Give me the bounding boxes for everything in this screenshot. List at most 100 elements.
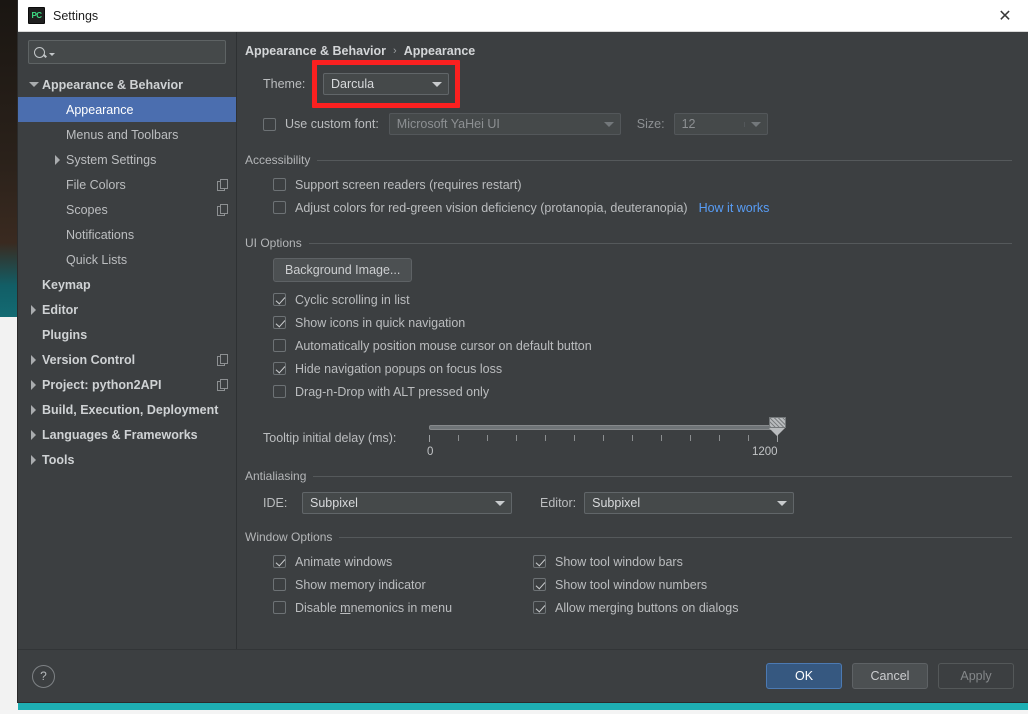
ok-button[interactable]: OK (766, 663, 842, 689)
animate-windows-label: Animate windows (295, 554, 393, 569)
slider-track[interactable] (429, 425, 777, 430)
how-it-works-link[interactable]: How it works (699, 201, 770, 215)
breadcrumb-parent[interactable]: Appearance & Behavior (245, 44, 386, 58)
sidebar-item-label: Languages & Frameworks (42, 427, 198, 442)
chevron-down-icon[interactable] (28, 79, 39, 90)
chevron-right-icon[interactable] (28, 454, 39, 465)
copy-settings-icon[interactable] (217, 179, 228, 191)
settings-tree: Appearance & Behavior Appearance Menus and… (18, 70, 236, 649)
appearance-settings-panel: Appearance & Behavior › Appearance Theme… (237, 32, 1028, 649)
theme-select-value: Darcula (331, 77, 375, 91)
breadcrumb-separator-icon: › (393, 45, 397, 57)
search-box[interactable] (28, 40, 226, 64)
font-size-label: Size: (636, 117, 665, 131)
chevron-right-icon[interactable] (28, 354, 39, 365)
sidebar-item-version-control[interactable]: Version Control (18, 347, 236, 372)
automatically-position-mouse-cursor-on-d-checkbox[interactable] (273, 339, 286, 352)
sidebar-item-build-execution-deployment[interactable]: Build, Execution, Deployment (18, 397, 236, 422)
show-memory-indicator-label: Show memory indicator (295, 577, 426, 592)
accessibility-title: Accessibility (245, 153, 311, 167)
sidebar-item-scopes[interactable]: Scopes (18, 197, 236, 222)
adjust-colors-for-red-green-vision-defic-checkbox[interactable] (273, 201, 286, 214)
sidebar-item-keymap[interactable]: Keymap (18, 272, 236, 297)
custom-font-select[interactable]: Microsoft YaHei UI (388, 113, 621, 135)
window-options-section-header: Window Options (245, 530, 1012, 544)
sidebar-item-label: Appearance (66, 102, 134, 117)
copy-settings-icon[interactable] (217, 354, 228, 366)
slider-tick (545, 435, 546, 441)
disable-mnemonics-in-menu-checkbox[interactable] (273, 601, 286, 614)
font-size-select[interactable]: 12 (673, 113, 768, 135)
show-icons-in-quick-navigation-checkbox[interactable] (273, 316, 286, 329)
drag-n-drop-with-alt-pressed-only-row: Drag-n-Drop with ALT pressed only (273, 380, 1012, 403)
sidebar-item-tools[interactable]: Tools (18, 447, 236, 472)
chevron-right-icon[interactable] (52, 154, 63, 165)
show-tool-window-numbers-checkbox[interactable] (533, 578, 546, 591)
sidebar-item-plugins[interactable]: Plugins (18, 322, 236, 347)
show-memory-indicator-row: Show memory indicator (273, 573, 533, 596)
tooltip-delay-slider-row: Tooltip initial delay (ms): 0 1200 (245, 417, 1012, 465)
slider-tick (516, 435, 517, 441)
slider-thumb[interactable] (769, 417, 786, 436)
sidebar-item-menus-and-toolbars[interactable]: Menus and Toolbars (18, 122, 236, 147)
title-bar: PC Settings ✕ (18, 0, 1028, 32)
search-icon (34, 46, 45, 58)
sidebar-item-editor[interactable]: Editor (18, 297, 236, 322)
sidebar-item-label: Version Control (42, 352, 136, 367)
sidebar-item-label: Appearance & Behavior (42, 77, 184, 92)
sidebar-item-label: Build, Execution, Deployment (42, 402, 219, 417)
copy-settings-icon[interactable] (217, 379, 228, 391)
slider-tick (487, 435, 488, 441)
sidebar-item-label: Tools (42, 452, 75, 467)
sidebar-item-quick-lists[interactable]: Quick Lists (18, 247, 236, 272)
allow-merging-buttons-on-dialogs-label: Allow merging buttons on dialogs (555, 600, 739, 615)
sidebar-item-file-colors[interactable]: File Colors (18, 172, 236, 197)
apply-button[interactable]: Apply (938, 663, 1014, 689)
slider-tick (458, 435, 459, 441)
slider-tick (748, 435, 749, 441)
copy-settings-icon[interactable] (217, 204, 228, 216)
help-icon[interactable]: ? (32, 664, 55, 688)
chevron-right-icon[interactable] (28, 429, 39, 440)
cyclic-scrolling-in-list-label: Cyclic scrolling in list (295, 292, 410, 307)
hide-navigation-popups-on-focus-loss-checkbox[interactable] (273, 362, 286, 375)
animate-windows-checkbox[interactable] (273, 555, 286, 568)
sidebar-item-languages-frameworks[interactable]: Languages & Frameworks (18, 422, 236, 447)
animate-windows-row: Animate windows (273, 550, 533, 573)
support-screen-readers-requires-restart-row: Support screen readers (requires restart… (273, 173, 1012, 196)
cancel-button[interactable]: Cancel (852, 663, 928, 689)
antialiasing-ide-select[interactable]: Subpixel (302, 492, 512, 514)
show-tool-window-bars-checkbox[interactable] (533, 555, 546, 568)
background-image-button[interactable]: Background Image... (273, 258, 413, 282)
sidebar-item-project-python2api[interactable]: Project: python2API (18, 372, 236, 397)
sidebar-item-notifications[interactable]: Notifications (18, 222, 236, 247)
antialiasing-row: IDE: Subpixel Editor: Subpixel (263, 492, 1012, 514)
disable-mnemonics-in-menu-label: Disable mnemonics in menu (295, 600, 453, 615)
chevron-right-icon[interactable] (28, 304, 39, 315)
theme-row: Theme: Darcula (263, 72, 1012, 96)
drag-n-drop-with-alt-pressed-only-checkbox[interactable] (273, 385, 286, 398)
slider-tick (429, 435, 430, 442)
chevron-right-icon[interactable] (28, 379, 39, 390)
accessibility-options: Support screen readers (requires restart… (273, 173, 1012, 219)
use-custom-font-checkbox[interactable] (263, 117, 276, 131)
allow-merging-buttons-on-dialogs-checkbox[interactable] (533, 601, 546, 614)
theme-select[interactable]: Darcula (323, 73, 449, 95)
sidebar-item-system-settings[interactable]: System Settings (18, 147, 236, 172)
sidebar-item-appearance-behavior[interactable]: Appearance & Behavior (18, 72, 236, 97)
chevron-right-icon[interactable] (28, 404, 39, 415)
show-tool-window-bars-label: Show tool window bars (555, 554, 683, 569)
search-input[interactable] (59, 44, 220, 60)
sidebar-item-appearance[interactable]: Appearance (18, 97, 236, 122)
support-screen-readers-requires-restart-checkbox[interactable] (273, 178, 286, 191)
show-memory-indicator-checkbox[interactable] (273, 578, 286, 591)
section-divider (339, 536, 1012, 538)
chevron-down-icon[interactable] (49, 52, 55, 56)
cyclic-scrolling-in-list-checkbox[interactable] (273, 293, 286, 306)
show-tool-window-numbers-label: Show tool window numbers (555, 577, 708, 592)
antialiasing-editor-select[interactable]: Subpixel (584, 492, 795, 514)
close-icon[interactable]: ✕ (982, 0, 1028, 31)
show-tool-window-bars-row: Show tool window bars (533, 550, 813, 573)
